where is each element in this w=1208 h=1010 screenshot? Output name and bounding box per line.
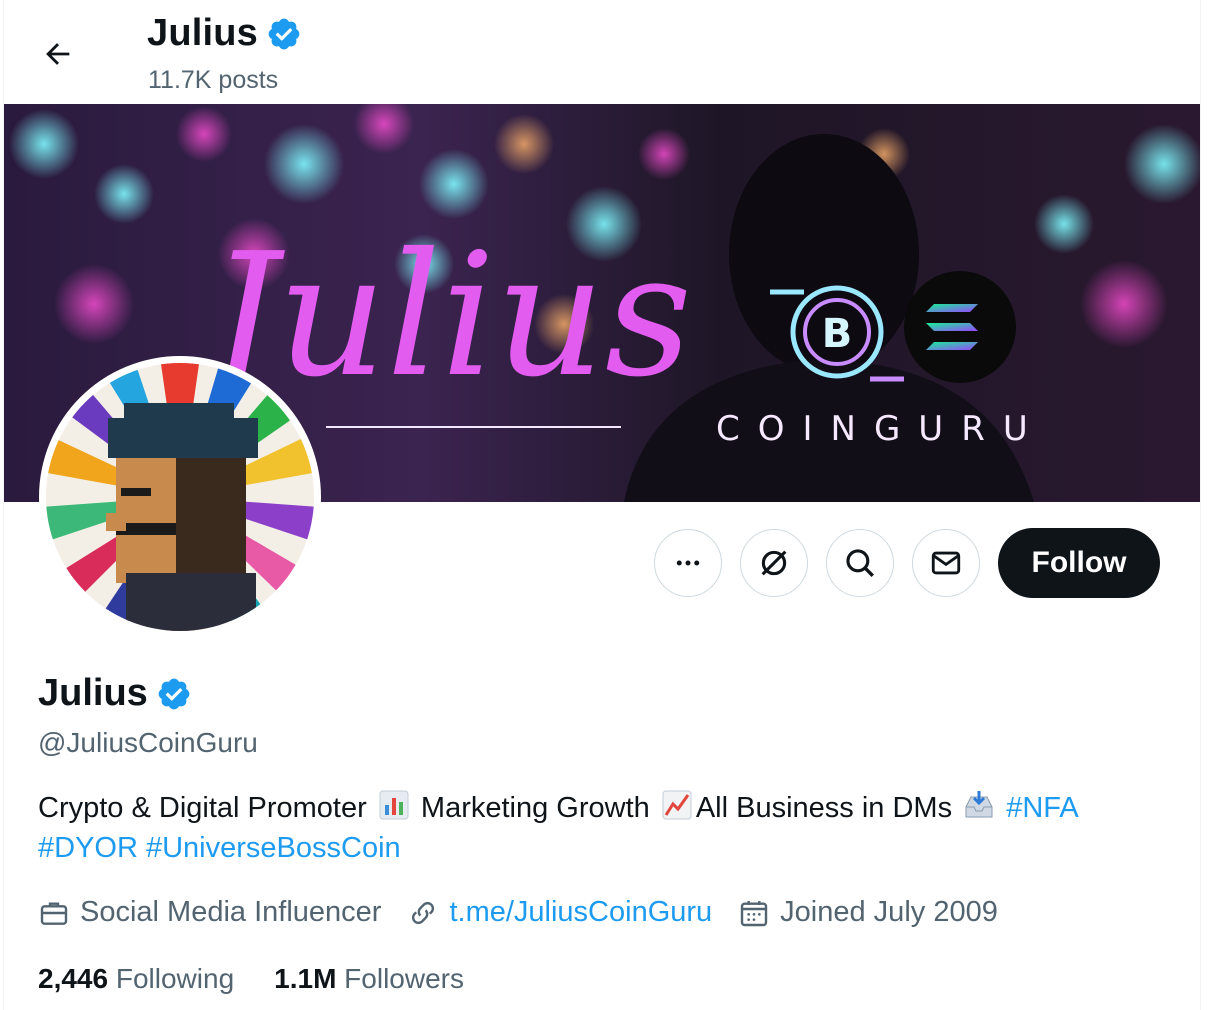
chart-up-emoji: [662, 790, 692, 820]
bar-chart-emoji: [379, 790, 409, 820]
svg-text:B: B: [822, 311, 853, 357]
profile-website[interactable]: t.me/JuliusCoinGuru: [407, 896, 712, 929]
profile-stats: 2,446 Following 1.1M Followers: [38, 963, 504, 995]
link-icon: [412, 901, 435, 924]
hashtag-dyor[interactable]: #DYOR: [38, 832, 138, 864]
verified-badge-icon[interactable]: [156, 676, 192, 712]
more-button[interactable]: [654, 529, 722, 597]
following-link[interactable]: 2,446 Following: [38, 963, 234, 995]
followers-count: 1.1M: [274, 963, 337, 994]
followers-link[interactable]: 1.1M Followers: [274, 963, 464, 995]
following-label: Following: [115, 963, 235, 994]
follow-button[interactable]: Follow: [998, 528, 1160, 598]
search-button[interactable]: [826, 529, 894, 597]
header-name: Julius: [147, 12, 259, 54]
grok-button[interactable]: [740, 529, 808, 597]
message-button[interactable]: [912, 529, 980, 597]
calendar-icon: [740, 900, 768, 926]
grok-icon: [761, 550, 787, 576]
profile-joined: Joined July 2009: [738, 896, 998, 929]
display-name: Julius: [38, 672, 148, 714]
profile-actions: Follow: [654, 528, 1160, 598]
avatar[interactable]: [39, 356, 321, 638]
more-icon: [676, 560, 700, 566]
verified-badge-icon: [268, 18, 300, 49]
website-link[interactable]: t.me/JuliusCoinGuru: [449, 896, 712, 929]
profile-bio: Crypto & Digital Promoter Marketing Grow…: [38, 788, 1168, 868]
category-label: Social Media Influencer: [80, 896, 382, 928]
bio-text-3: All Business in DMs: [695, 792, 953, 824]
profile-name: Julius: [38, 672, 192, 715]
joined-label: Joined July 2009: [780, 896, 998, 928]
header-title: Julius: [147, 12, 302, 55]
followers-label: Followers: [344, 963, 464, 994]
solana-logo: [904, 271, 1016, 383]
hashtag-universebosscoin[interactable]: #UniverseBossCoin: [146, 832, 401, 864]
briefcase-icon: [40, 901, 68, 925]
search-icon: [846, 549, 874, 577]
mail-icon: [931, 551, 961, 575]
inbox-tray-emoji: [965, 791, 993, 818]
profile-page: Julius 11.7K posts Julius B COINGURU Fol…: [3, 0, 1201, 1010]
back-arrow-icon: [46, 43, 70, 65]
profile-meta: Social Media Influencer t.me/JuliusCoinG…: [38, 896, 1024, 929]
bio-text-1: Crypto & Digital Promoter: [38, 792, 367, 824]
post-count: 11.7K posts: [148, 66, 279, 94]
avatar-image: [46, 363, 314, 631]
profile-handle: @JuliusCoinGuru: [38, 727, 258, 758]
bio-text-2: Marketing Growth: [420, 792, 650, 824]
top-bar: Julius 11.7K posts: [4, 0, 1200, 103]
following-count: 2,446: [38, 963, 109, 994]
banner-brand-text: COINGURU: [716, 409, 1046, 449]
back-button[interactable]: [38, 34, 78, 74]
profile-category: Social Media Influencer: [38, 896, 381, 929]
hashtag-nfa[interactable]: #NFA: [1006, 792, 1079, 824]
